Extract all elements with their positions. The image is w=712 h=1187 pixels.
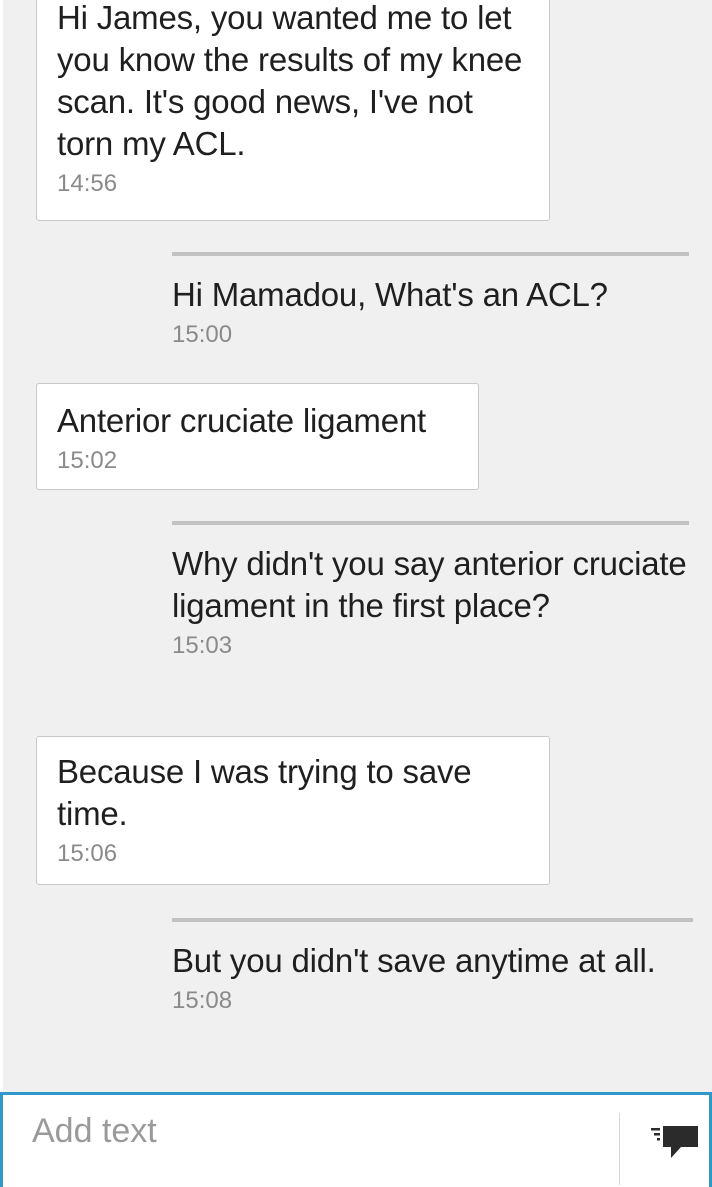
incoming-message[interactable]: Because I was trying to save time. 15:06 <box>36 736 550 885</box>
message-text: But you didn't save anytime at all. <box>172 942 656 979</box>
message-timestamp: 15:08 <box>172 987 233 1014</box>
outgoing-message[interactable]: But you didn't save anytime at all. 15:0… <box>172 918 693 1016</box>
message-timestamp: 15:06 <box>57 840 118 867</box>
composer-divider <box>619 1113 620 1185</box>
chat-left-edge <box>0 0 3 1092</box>
message-timestamp: 15:02 <box>57 447 118 474</box>
message-text: Anterior cruciate ligament <box>57 402 426 439</box>
message-composer <box>0 1092 712 1187</box>
outgoing-message[interactable]: Why didn't you say anterior cruciate lig… <box>172 521 689 661</box>
message-text: Hi James, you wanted me to let you know … <box>57 0 523 162</box>
message-timestamp: 15:00 <box>172 321 233 348</box>
send-message-icon <box>651 1126 698 1158</box>
outgoing-message[interactable]: Hi Mamadou, What's an ACL? 15:00 <box>172 252 689 350</box>
incoming-message[interactable]: Anterior cruciate ligament 15:02 <box>36 383 479 490</box>
send-button[interactable] <box>635 1117 705 1173</box>
message-text: Why didn't you say anterior cruciate lig… <box>172 545 687 624</box>
message-timestamp: 14:56 <box>57 170 118 197</box>
add-text-input[interactable] <box>32 1109 592 1153</box>
message-text: Hi Mamadou, What's an ACL? <box>172 276 608 313</box>
message-text: Because I was trying to save time. <box>57 753 472 832</box>
message-timestamp: 15:03 <box>172 632 233 659</box>
incoming-message[interactable]: Hi James, you wanted me to let you know … <box>36 0 550 221</box>
